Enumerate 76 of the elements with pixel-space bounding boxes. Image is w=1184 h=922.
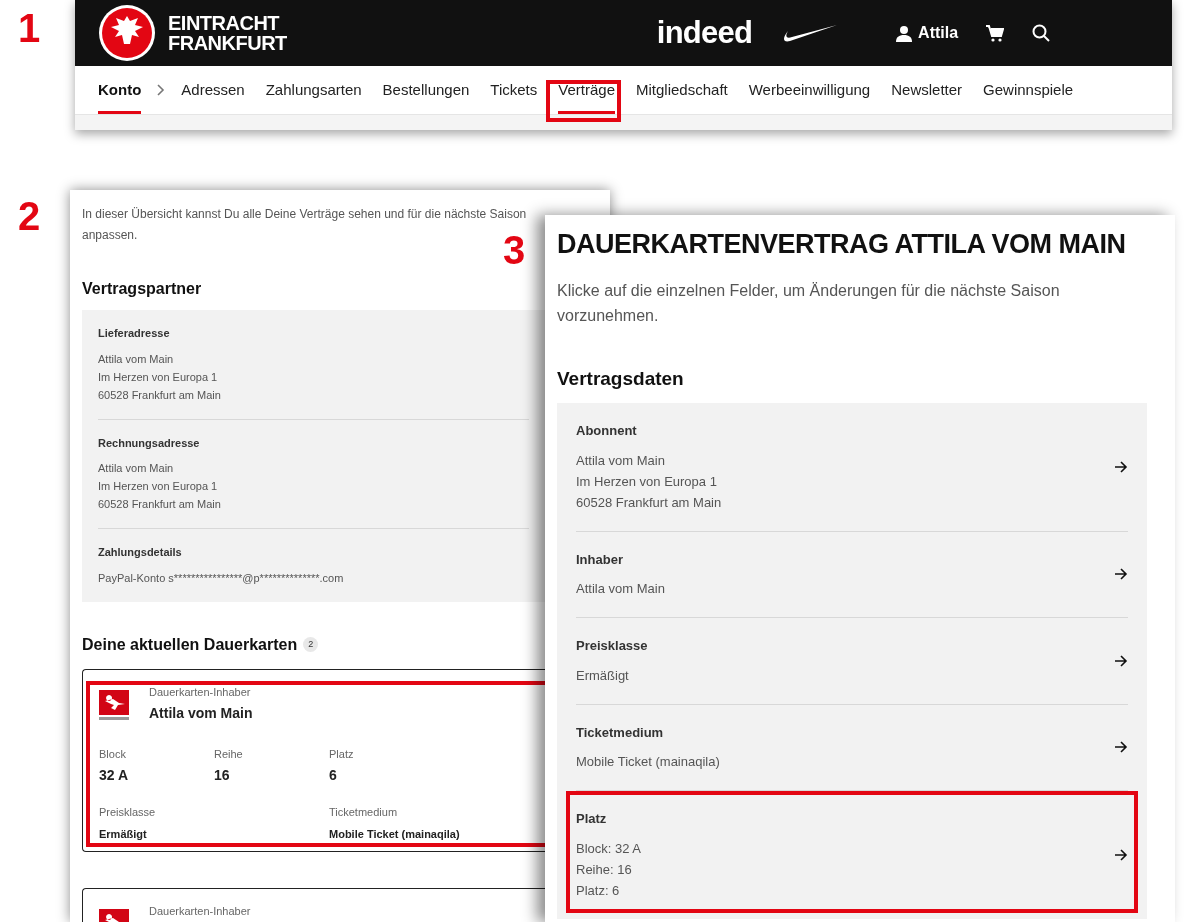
- page-title: DAUERKARTENVERTRAG ATTILA VOM MAIN: [557, 228, 1127, 261]
- field-value: Im Herzen von Europa 1: [98, 369, 218, 385]
- contract-field-row[interactable]: Platz Block: 32 A Reihe: 16 Platz: 6: [576, 791, 1128, 919]
- field-label: Lieferadresse: [98, 326, 170, 341]
- step-number: 2: [18, 196, 41, 236]
- field-label: Dauerkarten-Inhaber: [149, 684, 252, 700]
- field-label: Ticketmedium: [329, 804, 399, 820]
- contract-field-row[interactable]: Abonnent Attila vom Main Im Herzen von Europa 1 60528 Frankfurt am Main: [576, 403, 1128, 532]
- field-label: Reihe: [214, 747, 244, 762]
- field-label: Zahlungsdetails: [98, 545, 182, 560]
- section-heading: Vertragsdaten: [557, 366, 684, 391]
- nav-tab[interactable]: Bestellungen: [382, 66, 470, 114]
- league-logo-icon: [99, 689, 129, 722]
- shopping-cart-icon[interactable]: [986, 24, 1005, 42]
- field-value: Platz: 6: [576, 881, 620, 900]
- ticket-card[interactable]: Dauerkarten-Inhaber: [82, 887, 545, 922]
- arrow-right-icon: [1114, 741, 1128, 754]
- contract-field-row[interactable]: Inhaber Attila vom Main: [576, 531, 1128, 618]
- ticket-card[interactable]: Dauerkarten-Inhaber Attila vom Main Block 32 A Reihe 16 Platz 6 Preisklasse Ermäßigt Ticketmedium Mobile Ticket (mainaqila): [82, 668, 545, 852]
- nav-tab[interactable]: Tickets: [490, 66, 538, 114]
- field-label: Platz: [329, 747, 355, 762]
- field-value: 60528 Frankfurt am Main: [576, 493, 722, 512]
- user-icon[interactable]: [896, 24, 913, 42]
- sponsor-logo: indeed: [656, 13, 753, 52]
- field-value: Im Herzen von Europa 1: [576, 472, 717, 491]
- field-value: Mobile Ticket (mainaqila): [329, 827, 461, 842]
- arrow-right-icon: [1114, 654, 1128, 667]
- field-label: Rechnungsadresse: [98, 435, 200, 451]
- field-value: Attila vom Main: [98, 461, 174, 476]
- nav-tab[interactable]: Zahlungsarten: [265, 66, 362, 114]
- field-value: 60528 Frankfurt am Main: [98, 387, 221, 403]
- arrow-right-icon: [1114, 568, 1128, 581]
- field-value: Block: 32 A: [576, 839, 642, 858]
- section-heading: Vertragspartner: [82, 279, 202, 299]
- contract-field-row[interactable]: Preisklasse Ermäßigt: [576, 618, 1128, 705]
- field-value: Mobile Ticket (mainaqila): [576, 753, 720, 771]
- step-number: 1: [18, 8, 41, 48]
- field-label: Ticketmedium: [576, 723, 664, 742]
- field-value: 60528 Frankfurt am Main: [98, 497, 221, 512]
- nav-tab[interactable]: Newsletter: [891, 66, 963, 114]
- arrow-right-icon: [1114, 460, 1128, 473]
- section-heading: Deine aktuellen Dauerkarten: [82, 634, 298, 655]
- field-value: Ermäßigt: [99, 827, 148, 842]
- field-value: Attila vom Main: [576, 580, 665, 598]
- field-label: Preisklasse: [576, 637, 648, 655]
- field-value: Im Herzen von Europa 1: [98, 479, 218, 494]
- user-name[interactable]: Attila: [918, 21, 959, 45]
- search-icon[interactable]: [1032, 24, 1051, 42]
- field-label: Preisklasse: [99, 804, 157, 820]
- count-badge: 2: [303, 637, 319, 652]
- field-value: PayPal-Konto s****************@p**************.com: [98, 570, 344, 586]
- field-value: Attila vom Main: [576, 451, 665, 470]
- arrow-right-icon: [1114, 848, 1128, 861]
- field-value: 32 A: [99, 765, 130, 785]
- brand-name: FRANKFURT: [168, 33, 287, 53]
- contract-field-row[interactable]: Ticketmedium Mobile Ticket (mainaqila): [576, 704, 1128, 791]
- field-value: Ermäßigt: [576, 666, 629, 685]
- field-label: Dauerkarten-Inhaber: [149, 903, 251, 919]
- holder-name: Attila vom Main: [149, 704, 253, 723]
- nav-tab[interactable]: Mitgliedschaft: [636, 66, 728, 114]
- nav-tab[interactable]: Adressen: [181, 66, 245, 114]
- field-value: Attila vom Main: [98, 351, 174, 367]
- field-value: 16: [214, 765, 231, 785]
- breadcrumb-link[interactable]: Konto: [98, 66, 142, 114]
- field-label: Block: [99, 747, 127, 762]
- field-label: Inhaber: [576, 550, 623, 569]
- field-label: Abonnent: [576, 422, 637, 440]
- brand-name: EINTRACHT: [168, 13, 281, 33]
- nav-tab[interactable]: Werbeeinwilligung: [748, 66, 871, 114]
- nav-tab[interactable]: Verträge: [558, 66, 615, 114]
- field-label: Platz: [576, 810, 607, 828]
- intro-text: Klicke auf die einzelnen Felder, um Änderungen für die nächste Saison vorzunehmen.: [557, 280, 1061, 326]
- field-value: 6: [329, 765, 338, 785]
- field-value: Reihe: 16: [576, 860, 632, 879]
- nav-tab[interactable]: Gewinnspiele: [983, 66, 1074, 114]
- chevron-right-icon: [157, 84, 166, 96]
